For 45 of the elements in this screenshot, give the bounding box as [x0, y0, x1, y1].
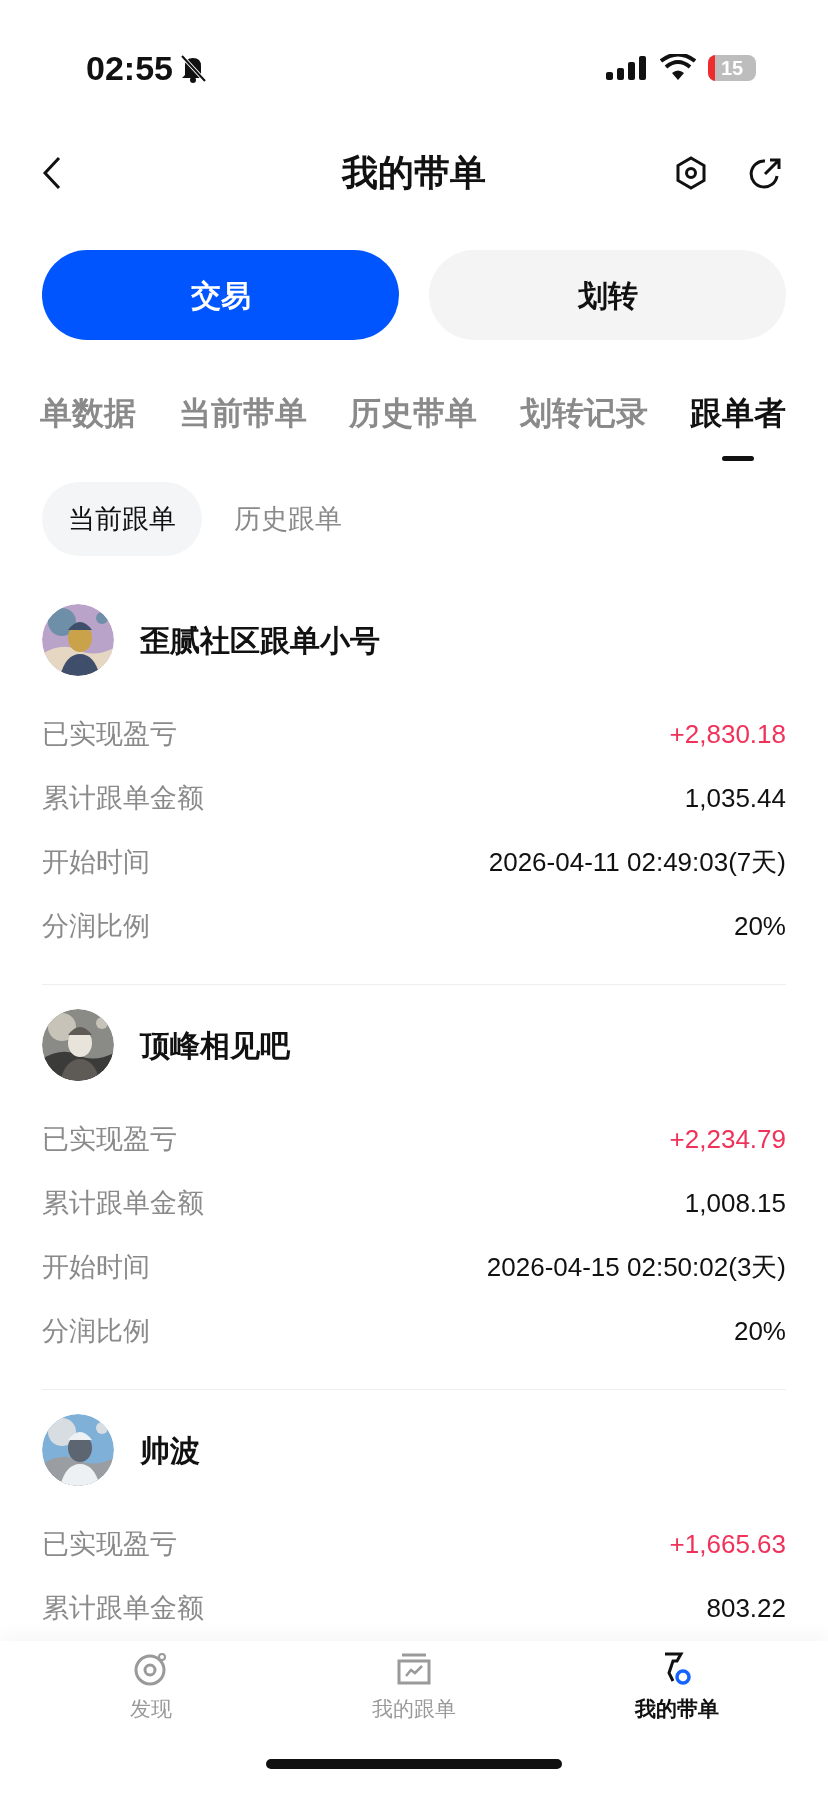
row-label: 开始时间 [42, 1250, 150, 1284]
row-value: +2,234.79 [669, 1122, 786, 1156]
row-value: 2026-04-11 02:49:03(7天) [488, 845, 786, 879]
row-value: 1,035.44 [684, 781, 786, 815]
signal-icon [606, 54, 648, 82]
follower-name: 帅波 [140, 1432, 200, 1469]
muted-bell-icon [178, 53, 207, 83]
nav-item[interactable]: 我的跟单 [314, 1651, 514, 1725]
row-label: 分润比例 [42, 1314, 150, 1348]
row-label: 分润比例 [42, 909, 150, 943]
follower-name: 顶峰相见吧 [140, 1027, 290, 1064]
tab[interactable]: 历史带单 [349, 392, 477, 472]
row-value: 2026-04-15 02:50:02(3天) [486, 1250, 786, 1284]
share-icon[interactable] [749, 156, 783, 190]
nav-item[interactable]: 我的带单 [576, 1651, 777, 1725]
row-label: 开始时间 [42, 845, 150, 879]
row-value: +2,830.18 [669, 717, 786, 751]
chart-icon [396, 1651, 432, 1687]
wifi-icon [660, 54, 696, 82]
trade-button[interactable]: 交易 [42, 250, 399, 340]
row-label: 已实现盈亏 [42, 1527, 177, 1561]
row-value: 803.22 [706, 1591, 786, 1625]
tab[interactable]: 当前带单 [178, 392, 307, 472]
row-value: 1,008.15 [684, 1186, 786, 1220]
row-value: +1,665.63 [669, 1527, 786, 1561]
row-label: 累计跟单金额 [42, 1591, 204, 1625]
battery-indicator: 15 [708, 55, 756, 81]
row-value: 20% [733, 1314, 786, 1348]
transfer-button[interactable]: 划转 [429, 250, 786, 340]
sub-tab[interactable]: 当前跟单 [42, 482, 202, 556]
tab[interactable]: 划转记录 [519, 392, 648, 472]
nav-item[interactable]: 发现 [51, 1651, 252, 1725]
status-time: 02:55 [86, 47, 173, 89]
sub-tab[interactable]: 历史跟单 [208, 482, 368, 556]
tab[interactable]: 跟单者 [690, 392, 786, 472]
row-label: 已实现盈亏 [42, 717, 177, 751]
settings-icon[interactable] [674, 155, 708, 191]
row-value: 20% [733, 909, 786, 943]
tab[interactable]: 单数据 [40, 392, 136, 472]
row-label: 累计跟单金额 [42, 781, 204, 815]
page-title: 我的带单 [342, 151, 486, 195]
follower-name: 歪腻社区跟单小号 [140, 622, 380, 659]
back-icon[interactable] [42, 156, 62, 190]
row-label: 已实现盈亏 [42, 1122, 177, 1156]
row-label: 累计跟单金额 [42, 1186, 204, 1220]
